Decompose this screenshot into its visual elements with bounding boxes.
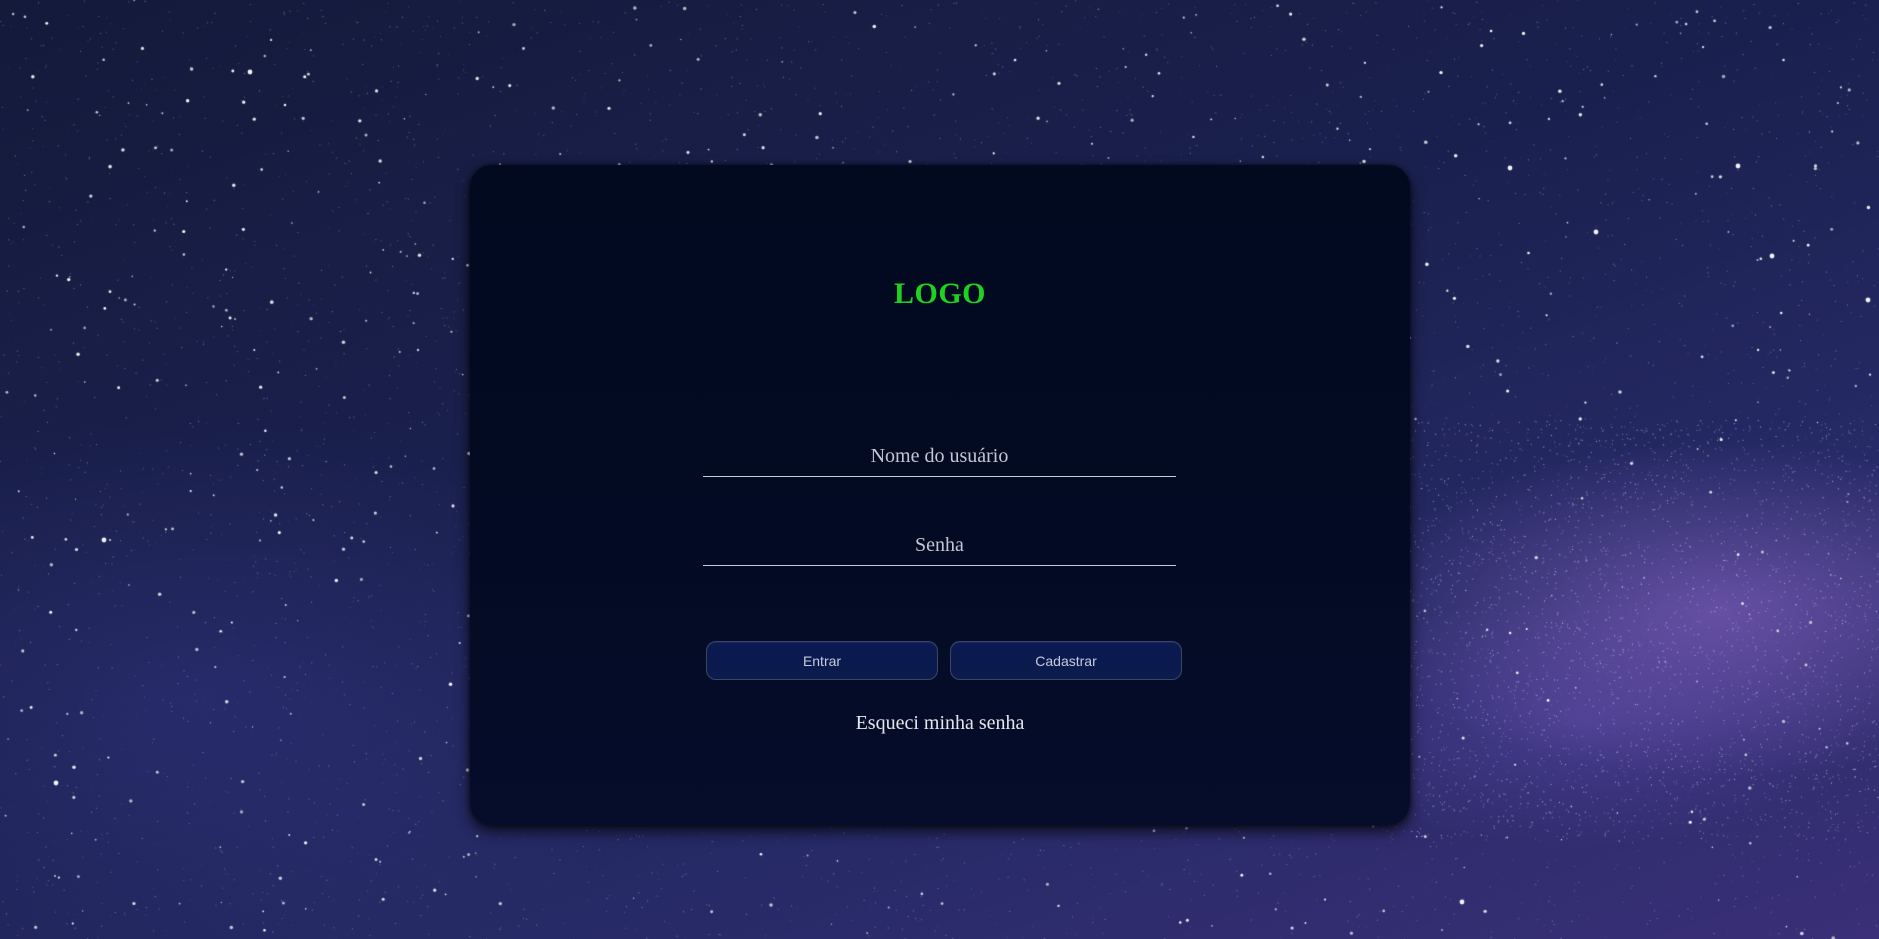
- register-button[interactable]: Cadastrar: [950, 641, 1182, 680]
- login-button[interactable]: Entrar: [706, 641, 938, 680]
- username-input[interactable]: [703, 436, 1176, 477]
- forgot-password-link[interactable]: Esqueci minha senha: [470, 712, 1410, 735]
- login-card: LOGO Entrar Cadastrar Esqueci minha senh…: [470, 165, 1410, 825]
- logo: LOGO: [893, 277, 986, 310]
- password-input[interactable]: [703, 525, 1176, 566]
